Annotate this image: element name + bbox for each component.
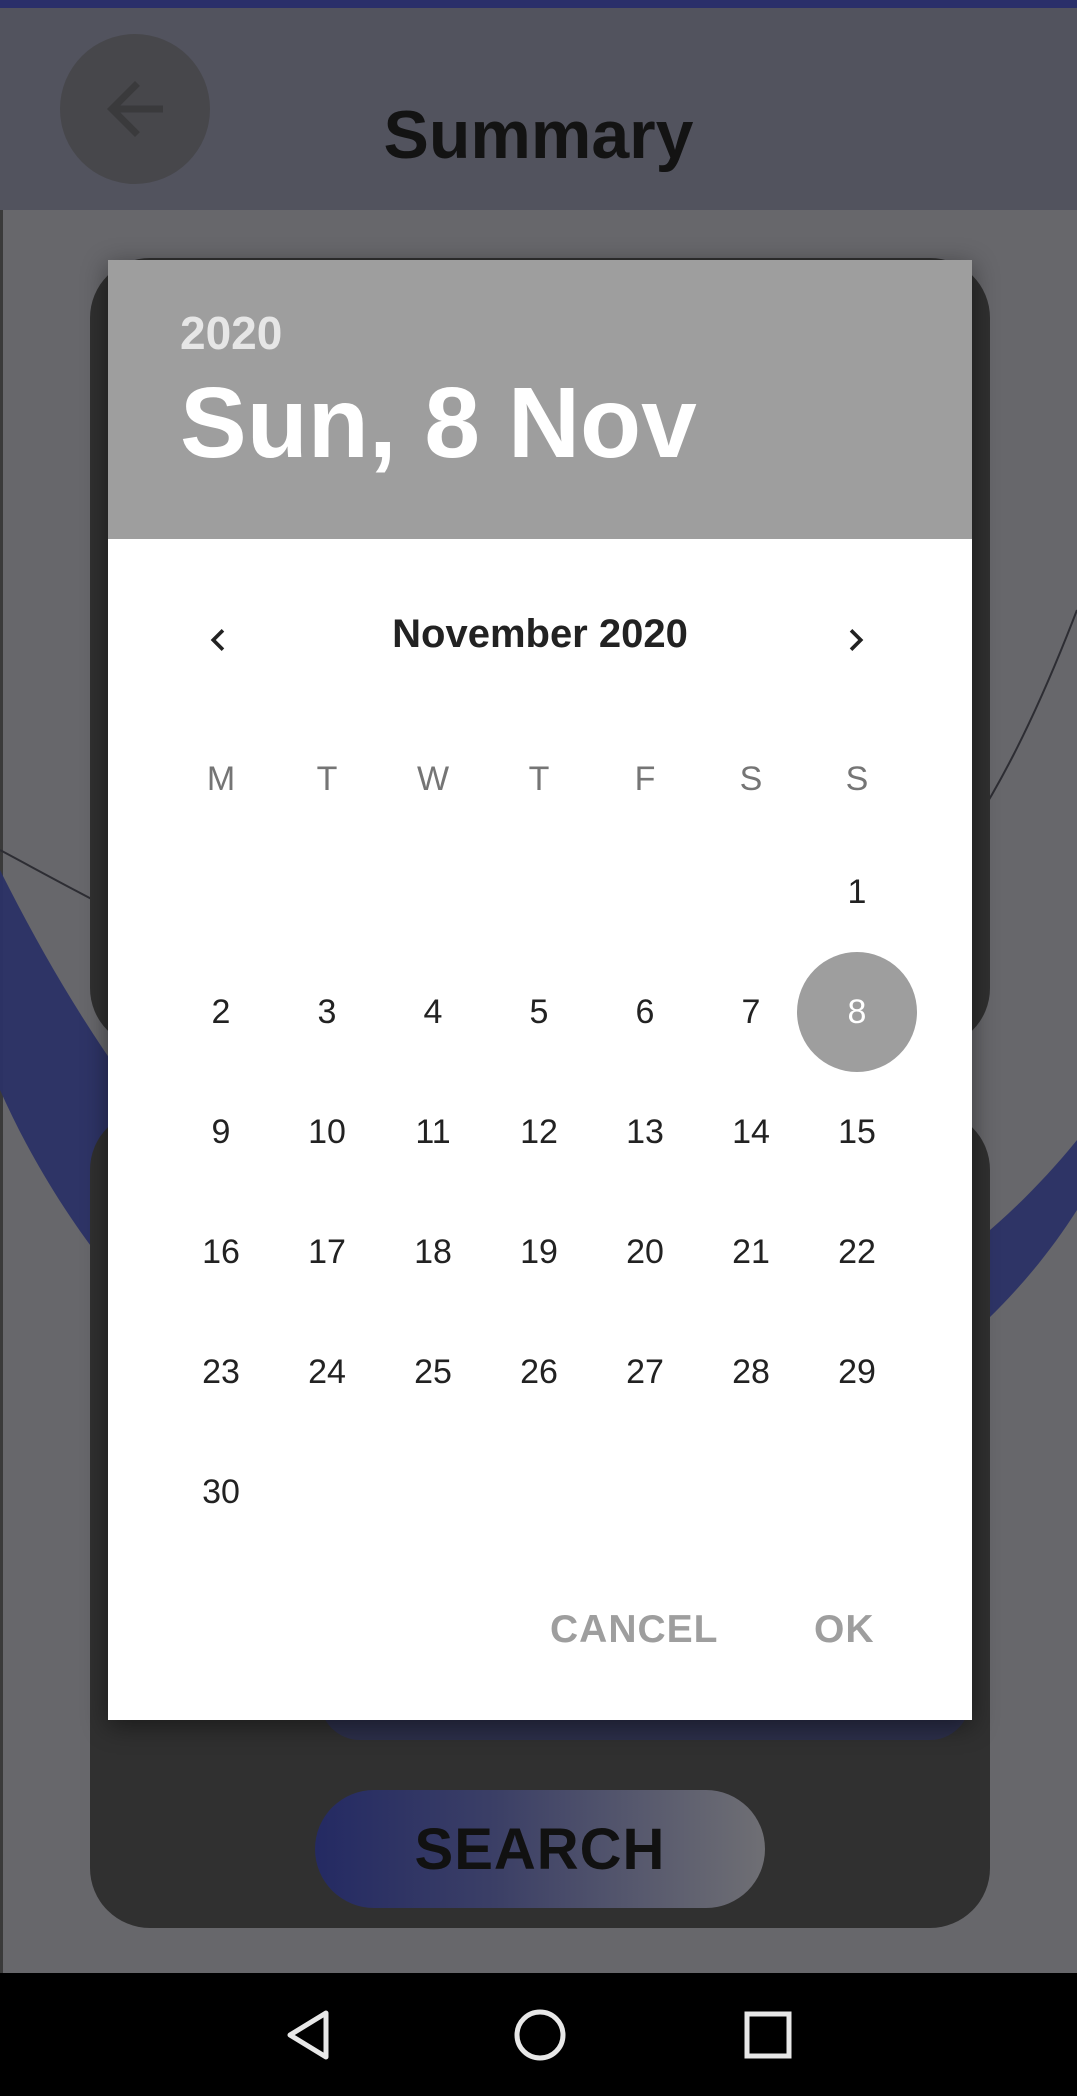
nav-home-button[interactable] [480, 1973, 600, 2096]
calendar-day[interactable]: 12 [479, 1072, 599, 1192]
calendar-day[interactable]: 2 [161, 952, 281, 1072]
weekday-label: M [206, 760, 236, 798]
calendar-day-selected[interactable]: 8 [797, 952, 917, 1072]
system-nav-bar [0, 1973, 1077, 2096]
selected-date[interactable]: Sun, 8 Nov [180, 368, 697, 478]
calendar-day[interactable]: 28 [691, 1312, 811, 1432]
weekday-label: F [634, 760, 656, 798]
nav-recents-button[interactable] [708, 1973, 828, 2096]
calendar-day[interactable]: 25 [373, 1312, 493, 1432]
chevron-right-icon [849, 629, 864, 651]
square-recents-icon [744, 2011, 792, 2058]
date-picker-dialog: 2020 Sun, 8 Nov November 2020 M T W T F … [108, 260, 972, 1720]
calendar-day[interactable]: 10 [267, 1072, 387, 1192]
weekday-label: T [528, 760, 550, 798]
search-button[interactable]: SEARCH [315, 1790, 765, 1908]
calendar-day[interactable]: 15 [797, 1072, 917, 1192]
calendar-day[interactable]: 27 [585, 1312, 705, 1432]
date-picker-header: 2020 Sun, 8 Nov [108, 260, 972, 539]
calendar-day[interactable]: 4 [373, 952, 493, 1072]
app-bar: Summary [0, 8, 1077, 210]
calendar-day[interactable]: 26 [479, 1312, 599, 1432]
status-bar [0, 0, 1077, 8]
calendar-day[interactable]: 17 [267, 1192, 387, 1312]
triangle-back-icon [287, 2010, 329, 2059]
calendar-day[interactable]: 29 [797, 1312, 917, 1432]
circle-home-icon [514, 2009, 566, 2060]
next-month-button[interactable] [811, 600, 901, 680]
calendar-day[interactable]: 19 [479, 1192, 599, 1312]
cancel-button[interactable]: CANCEL [550, 1608, 719, 1652]
nav-back-button[interactable] [250, 1973, 370, 2096]
calendar-day[interactable]: 5 [479, 952, 599, 1072]
calendar-day[interactable]: 22 [797, 1192, 917, 1312]
calendar-day[interactable]: 1 [797, 832, 917, 952]
calendar-day[interactable]: 3 [267, 952, 387, 1072]
calendar-day[interactable]: 16 [161, 1192, 281, 1312]
calendar-day[interactable]: 7 [691, 952, 811, 1072]
weekday-label: W [416, 760, 450, 798]
calendar-day[interactable]: 18 [373, 1192, 493, 1312]
ok-button[interactable]: OK [814, 1608, 875, 1652]
calendar-day[interactable]: 21 [691, 1192, 811, 1312]
weekday-label: S [845, 760, 869, 798]
calendar-day[interactable]: 23 [161, 1312, 281, 1432]
page-title: Summary [383, 97, 694, 173]
selected-year[interactable]: 2020 [180, 306, 282, 360]
calendar-day[interactable]: 13 [585, 1072, 705, 1192]
weekday-label: T [316, 760, 338, 798]
calendar-day[interactable]: 30 [161, 1432, 281, 1552]
calendar-day[interactable]: 9 [161, 1072, 281, 1192]
calendar-day[interactable]: 11 [373, 1072, 493, 1192]
calendar-day[interactable]: 24 [267, 1312, 387, 1432]
calendar-day[interactable]: 6 [585, 952, 705, 1072]
calendar-day[interactable]: 20 [585, 1192, 705, 1312]
weekday-label: S [739, 760, 763, 798]
calendar-day[interactable]: 14 [691, 1072, 811, 1192]
